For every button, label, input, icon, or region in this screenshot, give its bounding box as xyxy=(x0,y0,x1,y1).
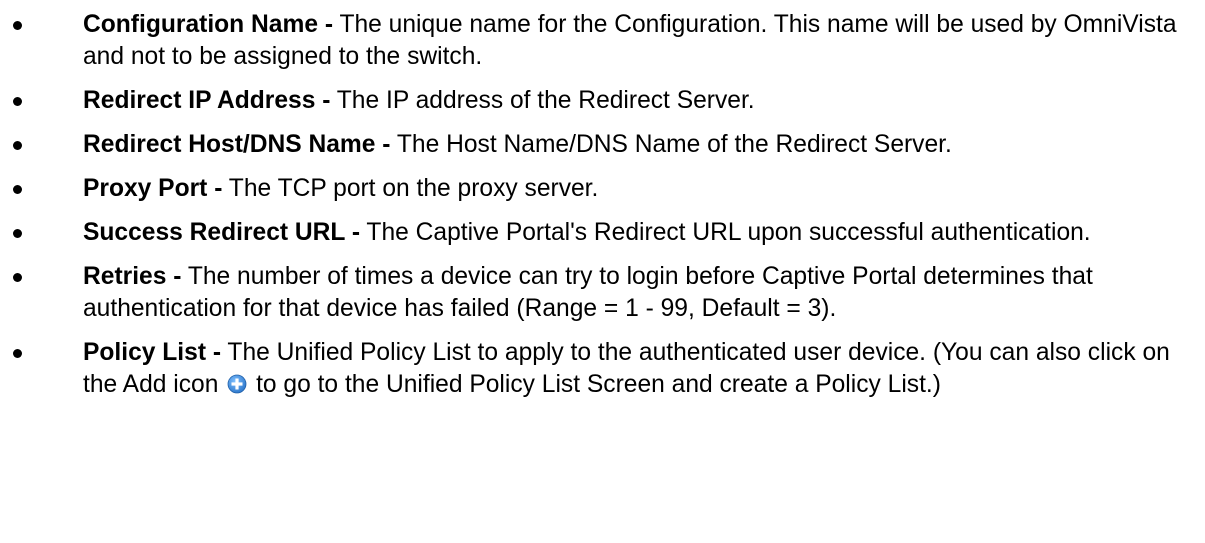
list-item-success-redirect-url: Success Redirect URL - The Captive Porta… xyxy=(0,217,1205,249)
term-label: Success Redirect URL - xyxy=(83,219,361,246)
bullet-icon xyxy=(13,349,22,358)
term-label: Redirect IP Address - xyxy=(83,87,331,114)
term-label: Configuration Name - xyxy=(83,11,334,38)
term-label: Proxy Port - xyxy=(83,175,223,202)
term-label: Retries - xyxy=(83,263,182,290)
bullet-icon xyxy=(13,185,22,194)
term-description: The TCP port on the proxy server. xyxy=(228,175,599,202)
bullet-icon xyxy=(13,97,22,106)
term-label: Redirect Host/DNS Name - xyxy=(83,131,391,158)
list-item-redirect-ip-address: Redirect IP Address - The IP address of … xyxy=(0,85,1205,117)
list-item-retries: Retries - The number of times a device c… xyxy=(0,261,1205,325)
term-description: The IP address of the Redirect Server. xyxy=(336,87,755,114)
bullet-icon xyxy=(13,21,22,30)
definition-list: Configuration Name - The unique name for… xyxy=(0,0,1205,401)
list-item-policy-list: Policy List - The Unified Policy List to… xyxy=(0,337,1205,401)
list-item-proxy-port: Proxy Port - The TCP port on the proxy s… xyxy=(0,173,1205,205)
term-label: Policy List - xyxy=(83,339,222,366)
term-description: The number of times a device can try to … xyxy=(83,263,1093,322)
term-description: The Captive Portal's Redirect URL upon s… xyxy=(366,219,1091,246)
list-item-redirect-host-dns-name: Redirect Host/DNS Name - The Host Name/D… xyxy=(0,129,1205,161)
bullet-icon xyxy=(13,229,22,238)
bullet-icon xyxy=(13,273,22,282)
term-description-part-2: to go to the Unified Policy List Screen … xyxy=(256,371,941,398)
list-item-configuration-name: Configuration Name - The unique name for… xyxy=(0,9,1205,73)
term-description: The Host Name/DNS Name of the Redirect S… xyxy=(396,131,952,158)
bullet-icon xyxy=(13,141,22,150)
document-page: Configuration Name - The unique name for… xyxy=(0,0,1205,543)
add-icon xyxy=(227,374,247,394)
